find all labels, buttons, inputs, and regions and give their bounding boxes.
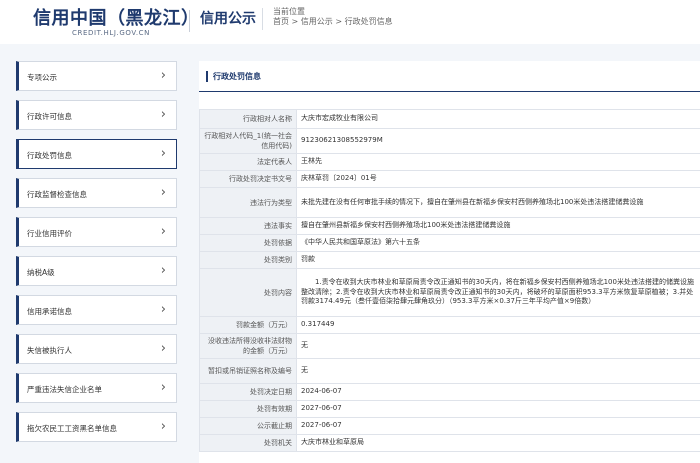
table-row: 处罚依据 《中华人民共和国草原法》第六十五条 (199, 234, 700, 252)
row-key: 违法事实 (199, 217, 297, 235)
header-divider-2 (262, 8, 263, 30)
site-logo-title[interactable]: 信用中国（黑龙江） (33, 4, 200, 30)
chevron-right-icon: › (160, 224, 166, 239)
row-key: 处罚机关 (199, 434, 297, 452)
sidebar-item-admin-penalty[interactable]: 行政处罚信息 › (16, 139, 177, 169)
table-row: 违法行为类型 未批先建在没有任何审批手续的情况下，擅自在肇州县在新福乡保安村西侧养… (199, 187, 700, 218)
row-key: 处罚类别 (199, 251, 297, 269)
content-title: 行政处罚信息 (206, 71, 261, 82)
table-row: 罚款金额（万元） 0.317449 (199, 316, 700, 334)
content-panel: 行政处罚信息 行政相对人名称 大庆市宏成牧业有限公司 行政相对人代码_1(统一社会… (199, 61, 700, 463)
table-row: 处罚机关 大庆市林业和草原局 (199, 434, 700, 452)
chevron-right-icon: › (160, 185, 166, 200)
table-row: 行政处罚决定书文号 庆林草罚〔2024〕01号 (199, 170, 700, 188)
sidebar-item-label: 行业信用评价 (27, 229, 72, 238)
row-value: 大庆市宏成牧业有限公司 (296, 109, 700, 129)
row-key: 暂扣或吊销证照名称及编号 (199, 358, 297, 384)
chevron-right-icon: › (160, 341, 166, 356)
chevron-right-icon: › (160, 107, 166, 122)
row-value: 《中华人民共和国草原法》第六十五条 (296, 234, 700, 252)
row-key: 没收违法所得没收非法财物的金额（万元） (199, 333, 297, 359)
row-key: 法定代表人 (199, 153, 297, 171)
row-key: 违法行为类型 (199, 187, 297, 218)
chevron-right-icon: › (160, 380, 166, 395)
row-value: 2024-06-07 (296, 383, 700, 401)
sidebar-item-serious-violation-list[interactable]: 严重违法失信企业名单 › (16, 373, 177, 403)
sidebar-item-credit-commitment[interactable]: 信用承诺信息 › (16, 295, 177, 325)
table-row: 处罚有效期 2027-06-07 (199, 400, 700, 418)
site-logo-domain: CREDIT.HLJ.GOV.CN (72, 29, 150, 37)
breadcrumb: 首页 > 信用公示 > 行政处罚信息 (273, 16, 393, 27)
site-header: 信用中国（黑龙江） CREDIT.HLJ.GOV.CN 信用公示 当前位置 首页… (0, 0, 700, 44)
penalty-detail-table: 行政相对人名称 大庆市宏成牧业有限公司 行政相对人代码_1(统一社会信用代码) 91… (199, 109, 700, 452)
row-value: 2027-06-07 (296, 400, 700, 418)
row-value: 无 (296, 358, 700, 384)
row-key: 公示截止期 (199, 417, 297, 435)
row-value: 擅自在肇州县新福乡保安村西侧养殖场北100米处违法搭建储粪设施 (296, 217, 700, 235)
breadcrumb-current: 行政处罚信息 (344, 17, 393, 26)
row-key: 处罚内容 (199, 268, 297, 317)
chevron-right-icon: › (160, 68, 166, 83)
row-value: 2027-06-07 (296, 417, 700, 435)
sidebar-nav: 专项公示 › 行政许可信息 › 行政处罚信息 › 行政监督检查信息 › 行业信用评价 › … (16, 61, 177, 451)
sidebar-item-tax-a-grade[interactable]: 纳税A级 › (16, 256, 177, 286)
row-value: 罚款 (296, 251, 700, 269)
table-row: 违法事实 擅自在肇州县新福乡保安村西侧养殖场北100米处违法搭建储粪设施 (199, 217, 700, 235)
chevron-right-icon: › (160, 263, 166, 278)
table-row: 处罚类别 罚款 (199, 251, 700, 269)
row-value: 无 (296, 333, 700, 359)
breadcrumb-credit-publicity[interactable]: 信用公示 (301, 17, 333, 26)
row-key: 行政相对人代码_1(统一社会信用代码) (199, 128, 297, 154)
sidebar-item-admin-license[interactable]: 行政许可信息 › (16, 100, 177, 130)
table-row: 公示截止期 2027-06-07 (199, 417, 700, 435)
row-value: 大庆市林业和草原局 (296, 434, 700, 452)
breadcrumb-separator: > (332, 17, 345, 26)
sidebar-item-label: 行政处罚信息 (27, 151, 72, 160)
row-key: 处罚依据 (199, 234, 297, 252)
row-key: 处罚决定日期 (199, 383, 297, 401)
row-value: 王林先 (296, 153, 700, 171)
table-row: 处罚内容 1.责令在收到大庆市林业和草原局责令改正通知书的30天内，将在新福乡保安… (199, 268, 700, 317)
sidebar-item-label: 专项公示 (27, 73, 57, 82)
sidebar-item-wage-arrears-blacklist[interactable]: 拖欠农民工工资黑名单信息 › (16, 412, 177, 442)
row-key: 处罚有效期 (199, 400, 297, 418)
sidebar-item-dishonest-executee[interactable]: 失信被执行人 › (16, 334, 177, 364)
sidebar-item-label: 拖欠农民工工资黑名单信息 (27, 424, 117, 433)
table-row: 处罚决定日期 2024-06-07 (199, 383, 700, 401)
chevron-right-icon: › (160, 419, 166, 434)
row-value: 未批先建在没有任何审批手续的情况下，擅自在肇州县在新福乡保安村西侧养殖场北100… (296, 187, 700, 218)
sidebar-item-industry-credit-rating[interactable]: 行业信用评价 › (16, 217, 177, 247)
header-divider (189, 10, 190, 32)
row-key: 罚款金额（万元） (199, 316, 297, 334)
row-value: 91230621308552979M (296, 128, 700, 154)
sidebar-item-special-publicity[interactable]: 专项公示 › (16, 61, 177, 91)
table-row: 法定代表人 王林先 (199, 153, 700, 171)
chevron-right-icon: › (160, 146, 166, 161)
row-key: 行政相对人名称 (199, 109, 297, 129)
content-divider (199, 91, 700, 92)
sidebar-item-label: 信用承诺信息 (27, 307, 72, 316)
sidebar-item-label: 纳税A级 (27, 268, 55, 277)
table-row: 行政相对人名称 大庆市宏成牧业有限公司 (199, 109, 700, 129)
sidebar-item-supervision-inspection[interactable]: 行政监督检查信息 › (16, 178, 177, 208)
row-value: 1.责令在收到大庆市林业和草原局责令改正通知书的30天内，将在新福乡保安村西侧养… (296, 268, 700, 317)
chevron-right-icon: › (160, 302, 166, 317)
sidebar-item-label: 失信被执行人 (27, 346, 72, 355)
section-title: 信用公示 (200, 11, 256, 27)
sidebar-item-label: 行政许可信息 (27, 112, 72, 121)
table-row: 没收违法所得没收非法财物的金额（万元）无 (199, 333, 700, 359)
sidebar-item-label: 行政监督检查信息 (27, 190, 87, 199)
sidebar-item-label: 严重违法失信企业名单 (27, 385, 102, 394)
row-value: 0.317449 (296, 316, 700, 334)
breadcrumb-separator: > (289, 17, 301, 26)
table-row: 暂扣或吊销证照名称及编号无 (199, 358, 700, 384)
row-key: 行政处罚决定书文号 (199, 170, 297, 188)
row-value: 庆林草罚〔2024〕01号 (296, 170, 700, 188)
table-row: 行政相对人代码_1(统一社会信用代码) 91230621308552979M (199, 128, 700, 154)
breadcrumb-home[interactable]: 首页 (273, 17, 289, 26)
